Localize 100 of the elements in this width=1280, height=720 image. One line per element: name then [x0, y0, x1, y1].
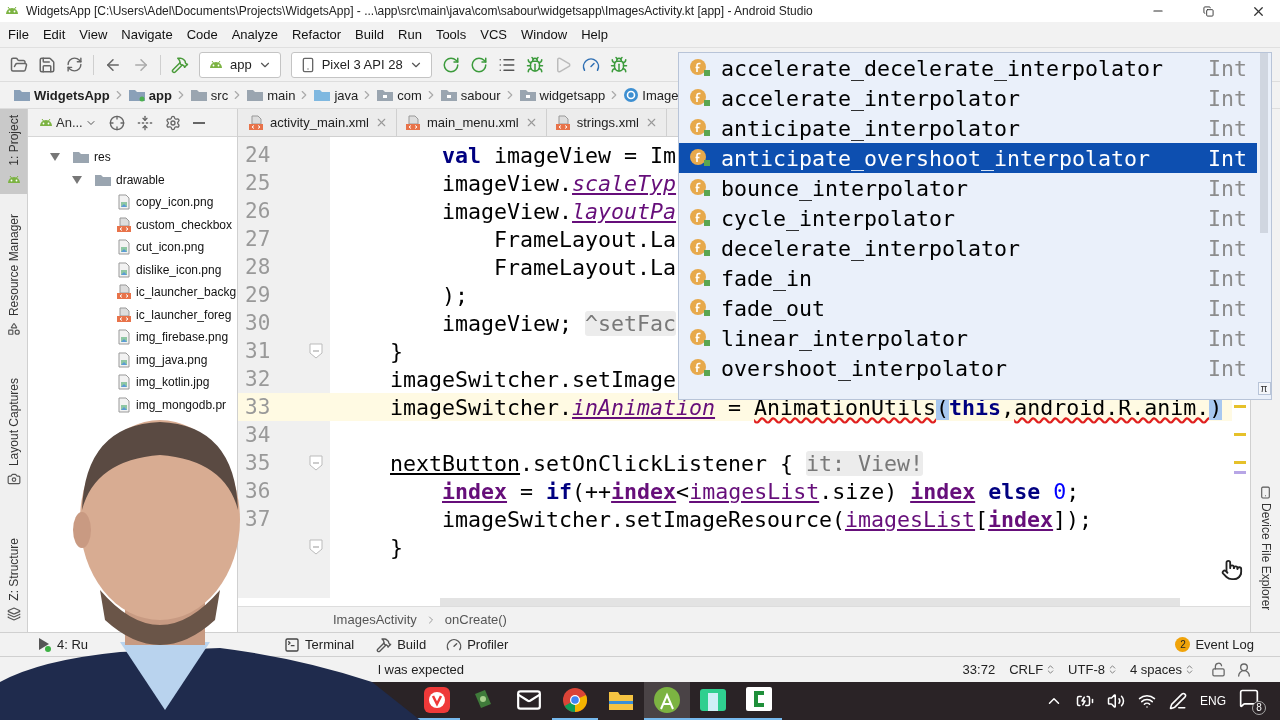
menu-item[interactable]: Window	[513, 27, 575, 42]
sync-button[interactable]	[66, 56, 83, 73]
tool-window-button[interactable]: Build	[376, 636, 427, 653]
breadcrumb-item[interactable]: WidgetsApp	[12, 87, 111, 103]
save-button[interactable]	[38, 55, 56, 74]
project-view-dropdown[interactable]: An...	[38, 114, 97, 131]
breadcrumb-item[interactable]: app	[126, 87, 173, 103]
tree-item[interactable]: img_java.png	[136, 352, 208, 367]
tree-item[interactable]: dislike_icon.png	[136, 262, 222, 277]
breadcrumb-item[interactable]: widgetsapp	[517, 87, 607, 103]
breadcrumb-item[interactable]: com	[375, 87, 423, 103]
collapse-button[interactable]	[136, 114, 153, 131]
breadcrumb-item[interactable]: java	[312, 87, 360, 103]
expanded-arrow-icon[interactable]	[72, 174, 82, 185]
line-number: 25	[244, 171, 272, 195]
tool-window-button[interactable]: Profiler	[446, 636, 509, 653]
menu-item[interactable]: Refactor	[284, 27, 349, 42]
tool-window-tab[interactable]: Layout Captures	[0, 371, 27, 492]
fold-marker-icon[interactable]	[309, 455, 323, 471]
tree-item[interactable]: custom_checkbox	[136, 217, 233, 232]
pi-button[interactable]: π	[1257, 382, 1271, 395]
fold-marker-icon[interactable]	[309, 343, 323, 359]
inspector-button[interactable]	[1236, 661, 1252, 678]
menu-item[interactable]: Analyze	[224, 27, 285, 42]
tree-item[interactable]: img_firebase.png	[136, 330, 229, 345]
completion-item[interactable]: fade_out Int	[679, 293, 1257, 323]
completion-item[interactable]: overshoot_interpolator Int	[679, 353, 1257, 383]
breadcrumb-item[interactable]: onCreate()	[444, 612, 507, 627]
completion-item[interactable]: bounce_interpolator Int	[679, 173, 1257, 203]
tree-item[interactable]: drawable	[116, 172, 165, 187]
completion-item[interactable]: accelerate_decelerate_interpolator Int	[679, 53, 1257, 83]
popup-scrollbar[interactable]	[1260, 53, 1268, 233]
pen-icon[interactable]	[1169, 692, 1187, 710]
breadcrumb-item[interactable]: ImagesActivity	[333, 612, 417, 627]
completion-item[interactable]: linear_interpolator Int	[679, 323, 1257, 353]
tool-window-button[interactable]: Terminal	[284, 636, 355, 653]
tree-item[interactable]: ic_launcher_backg	[136, 285, 237, 300]
browser-icon	[424, 687, 450, 713]
completion-item[interactable]: cycle_interpolator Int	[679, 203, 1257, 233]
editor-tab[interactable]: main_menu.xml	[396, 109, 547, 136]
run-config-dropdown[interactable]: app	[199, 51, 281, 78]
open-button[interactable]	[10, 55, 28, 74]
taskbar-app[interactable]	[644, 682, 690, 720]
menu-item[interactable]: Help	[574, 27, 615, 42]
field-icon	[689, 328, 711, 348]
menu-item[interactable]: Build	[348, 27, 391, 42]
completion-item[interactable]: anticipate_overshoot_interpolator Int	[679, 143, 1257, 173]
menu-item[interactable]: Edit	[35, 27, 73, 42]
editor-tab[interactable]: activity_main.xml	[240, 109, 397, 136]
indent-selector[interactable]: 4 spaces	[1123, 662, 1201, 677]
rerun-button[interactable]	[441, 55, 460, 74]
lock-button[interactable]	[1211, 662, 1226, 677]
fold-marker-icon[interactable]	[309, 539, 323, 555]
menu-item[interactable]: Navigate	[114, 27, 180, 42]
menu-item[interactable]: View	[72, 27, 115, 42]
line-separator-selector[interactable]: CRLF	[1003, 662, 1063, 677]
tree-item[interactable]: cut_icon.png	[136, 240, 205, 255]
tree-item[interactable]: res	[94, 150, 111, 165]
menu-item[interactable]: Run	[391, 27, 429, 42]
menu-item[interactable]: Code	[179, 27, 225, 42]
hide-button[interactable]	[192, 121, 205, 124]
completion-item[interactable]: anticipate_interpolator Int	[679, 113, 1257, 143]
tool-window-tab[interactable]: Device File Explorer	[1258, 481, 1273, 614]
completion-item[interactable]: accelerate_interpolator Int	[679, 83, 1257, 113]
completion-item[interactable]: decelerate_interpolator Int	[679, 233, 1257, 263]
horizontal-scrollbar[interactable]	[440, 598, 1180, 606]
device-dropdown[interactable]: Pixel 3 API 28	[290, 51, 432, 78]
tool-window-tab[interactable]: Resource Manager	[0, 207, 27, 342]
breadcrumb-item[interactable]: src	[188, 87, 230, 103]
editor-tab[interactable]: strings.xml	[546, 109, 667, 136]
settings-button[interactable]	[164, 114, 181, 131]
language-indicator[interactable]: ENG	[1200, 694, 1226, 708]
breadcrumb-item[interactable]: main	[245, 87, 297, 103]
tree-item[interactable]: img_kotlin.jpg	[136, 375, 210, 390]
tool-window-button[interactable]: 4: Ru	[38, 636, 89, 653]
profile-button[interactable]	[581, 55, 600, 74]
build-button[interactable]	[171, 55, 189, 74]
menu-item[interactable]: Tools	[428, 27, 474, 42]
expanded-arrow-icon[interactable]	[50, 152, 60, 163]
class-icon	[623, 87, 640, 103]
debug-attach-button[interactable]	[609, 55, 628, 74]
notifications-button[interactable]: 8	[1239, 687, 1266, 715]
event-log-button[interactable]: 2 Event Log	[1175, 637, 1254, 652]
menu-item[interactable]: File	[1, 27, 36, 42]
debug-button[interactable]	[525, 55, 544, 74]
wifi-icon[interactable]	[1138, 692, 1156, 710]
tree-item[interactable]: img_mongodb.pr	[136, 397, 227, 412]
completion-item[interactable]: fade_in Int	[679, 263, 1257, 293]
tree-item[interactable]: ic_launcher_foreg	[136, 307, 232, 322]
tree-item[interactable]: copy_icon.png	[136, 195, 214, 210]
window-title: WidgetsApp [C:\Users\Adel\Documents\Projects\WidgetsApp] - ...\app\src\main\java\com\sabour\widgetsapp\ImagesActivity.kt [app] - Android Studio	[26, 4, 814, 18]
breadcrumb-item[interactable]: Image	[622, 87, 680, 103]
volume-icon[interactable]	[1107, 692, 1125, 710]
breadcrumb-item[interactable]: sabour	[438, 87, 502, 103]
locate-button[interactable]	[108, 114, 125, 131]
tool-window-tab[interactable]: Z: Structure	[0, 531, 27, 627]
tool-window-tab[interactable]: 1: Project	[0, 109, 27, 194]
menu-item[interactable]: VCS	[473, 27, 514, 42]
encoding-selector[interactable]: UTF-8	[1062, 662, 1124, 677]
apply-changes-button[interactable]	[469, 55, 488, 74]
